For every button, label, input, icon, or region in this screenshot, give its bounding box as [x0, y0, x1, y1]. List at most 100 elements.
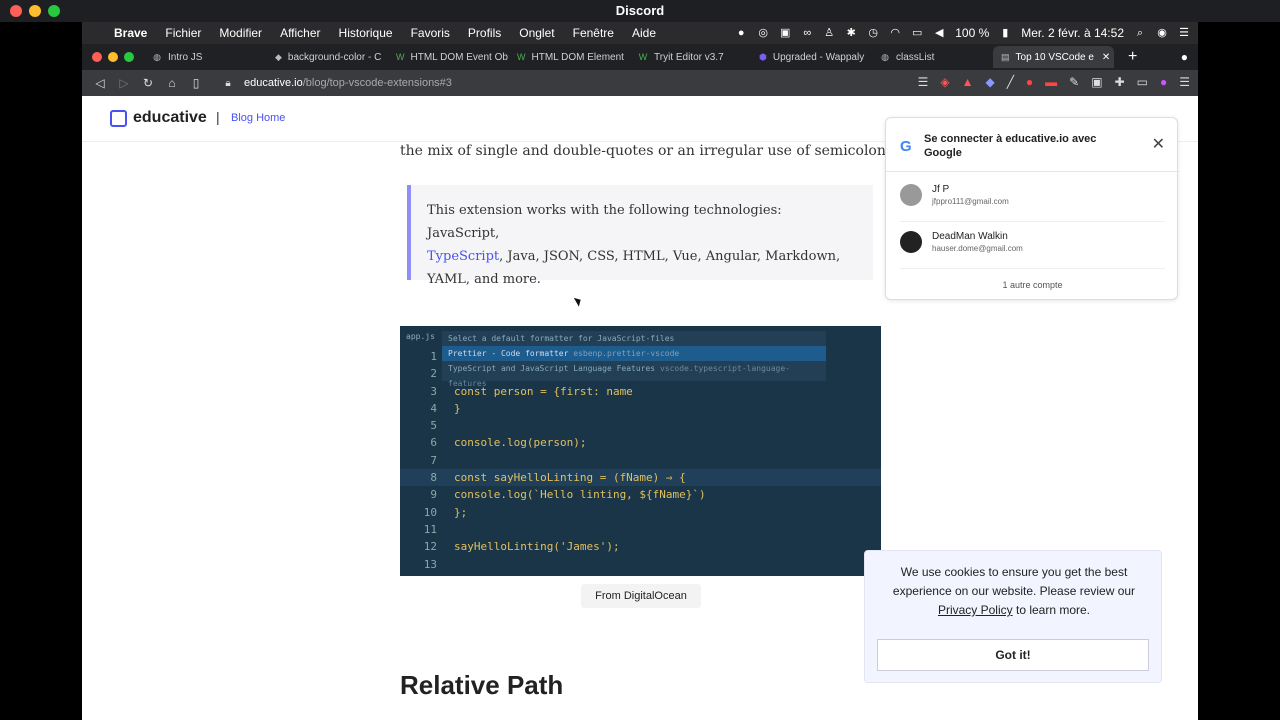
- tab-top-10-vscode[interactable]: ▤ Top 10 VSCode e ✕: [993, 46, 1114, 68]
- reload-icon[interactable]: ↻: [136, 76, 160, 90]
- more-accounts-link[interactable]: 1 autre compte: [886, 280, 1179, 290]
- close-tab-icon[interactable]: ✕: [1102, 52, 1110, 63]
- control-center-icon[interactable]: ☰: [1178, 27, 1190, 39]
- page-icon: ▤: [1001, 52, 1010, 62]
- screen-icon[interactable]: ▣: [779, 27, 791, 39]
- menu-fichier[interactable]: Fichier: [156, 26, 210, 40]
- siri-icon[interactable]: ◉: [1156, 27, 1168, 39]
- account-item[interactable]: DeadMan Walkin hauser.dome@gmail.com: [900, 223, 1165, 269]
- browser-menu-icon[interactable]: ☰: [1179, 75, 1190, 89]
- eye-icon[interactable]: ◎: [757, 27, 769, 39]
- brave-shields-icon[interactable]: ◈: [940, 75, 949, 89]
- display-icon[interactable]: ▭: [911, 27, 923, 39]
- menu-brave[interactable]: Brave: [105, 26, 156, 40]
- extension-icon-5[interactable]: ▣: [1091, 75, 1102, 89]
- w3-icon: W: [396, 52, 405, 62]
- bookmark-icon[interactable]: ▯: [184, 76, 208, 90]
- zoom-window-button[interactable]: [48, 5, 60, 17]
- picker-placeholder: Select a default formatter for JavaScrip…: [448, 334, 675, 343]
- menu-afficher[interactable]: Afficher: [271, 26, 329, 40]
- reader-icon[interactable]: ☰: [918, 75, 929, 89]
- tab-search-icon[interactable]: ●: [1181, 50, 1188, 64]
- close-window-button[interactable]: [10, 5, 22, 17]
- privacy-policy-link[interactable]: Privacy Policy: [938, 603, 1013, 617]
- menubar-datetime[interactable]: Mer. 2 févr. à 14:52: [1021, 26, 1124, 40]
- code-text: };: [454, 505, 468, 519]
- wifi-icon[interactable]: ◠: [889, 27, 901, 39]
- picker-option: TypeScript and JavaScript Language Featu…: [448, 364, 790, 388]
- site-logo[interactable]: educative: [133, 109, 207, 127]
- tab-tryit-editor[interactable]: W Tryit Editor v3.7: [630, 46, 751, 68]
- blog-home-link[interactable]: Blog Home: [231, 112, 285, 124]
- puzzle-icon[interactable]: ✚: [1115, 75, 1125, 89]
- code-text: }: [454, 401, 461, 415]
- browser-toolbar: ◁ ▷ ↻ ⌂ ▯ 🔒︎ educative.io/blog/top-vscod…: [82, 70, 1198, 96]
- browser-close-button[interactable]: [92, 52, 102, 62]
- volume-icon[interactable]: ◀: [933, 27, 945, 39]
- menu-profils[interactable]: Profils: [459, 26, 510, 40]
- divider: [886, 171, 1179, 172]
- brave-rewards-icon[interactable]: ▲: [962, 75, 974, 89]
- browser-zoom-button[interactable]: [124, 52, 134, 62]
- record-icon[interactable]: ●: [735, 27, 747, 39]
- back-icon[interactable]: ◁: [88, 76, 112, 90]
- typescript-link[interactable]: TypeScript: [427, 249, 499, 264]
- globe-icon: ◍: [153, 52, 161, 62]
- tab-intro-js[interactable]: ◍ Intro JS: [144, 46, 267, 68]
- glasses-icon[interactable]: ∞: [801, 27, 813, 39]
- extension-icon-3[interactable]: ●: [1026, 75, 1033, 89]
- wallet-icon[interactable]: ▭: [1137, 75, 1148, 89]
- lamp-icon[interactable]: ♙: [823, 27, 835, 39]
- browser-minimize-button[interactable]: [108, 52, 118, 62]
- cookie-message: We use cookies to ensure you get the bes…: [892, 565, 1136, 617]
- line-number: 12: [423, 540, 437, 554]
- hex-icon: ⬢: [759, 52, 767, 62]
- tab-background-color[interactable]: ◆ background-color - C: [267, 46, 388, 68]
- w3-icon: W: [638, 52, 648, 62]
- blockquote: This extension works with the following …: [407, 185, 873, 287]
- image-caption: From DigitalOcean: [581, 584, 701, 608]
- menu-onglet[interactable]: Onglet: [510, 26, 563, 40]
- menu-fenetre[interactable]: Fenêtre: [564, 26, 623, 40]
- tab-html-dom-event[interactable]: W HTML DOM Event Ob: [388, 46, 509, 68]
- line-number: 4: [430, 401, 437, 415]
- educative-logo-icon[interactable]: [110, 110, 127, 127]
- pen-icon[interactable]: ✎: [1069, 75, 1079, 89]
- line-number: 11: [423, 522, 437, 536]
- spotlight-search-icon[interactable]: ⌕: [1134, 27, 1146, 39]
- address-bar[interactable]: educative.io/blog/top-vscode-extensions#…: [244, 77, 452, 89]
- article-paragraph: the mix of single and double-quotes or a…: [400, 143, 898, 159]
- tab-wappaly[interactable]: ⬢ Upgraded - Wappaly: [751, 46, 872, 68]
- lock-icon[interactable]: 🔒︎: [216, 78, 240, 89]
- avatar: [900, 184, 922, 206]
- cookie-banner: We use cookies to ensure you get the bes…: [864, 550, 1162, 683]
- screen-share-frame: Brave Fichier Modifier Afficher Historiq…: [82, 22, 1198, 720]
- code-line: 10};: [400, 504, 881, 521]
- menu-modifier[interactable]: Modifier: [210, 26, 271, 40]
- tab-classlist[interactable]: ◍ classList: [872, 46, 993, 68]
- macos-menubar: Brave Fichier Modifier Afficher Historiq…: [82, 22, 1198, 44]
- profile-avatar-icon[interactable]: ●: [1160, 75, 1167, 89]
- page-icon: ◆: [275, 52, 282, 62]
- menu-favoris[interactable]: Favoris: [402, 26, 459, 40]
- extension-icon-2[interactable]: ╱: [1007, 75, 1014, 89]
- tab-html-dom-element[interactable]: W HTML DOM Element: [509, 46, 630, 68]
- bluetooth-icon[interactable]: ✱: [845, 27, 857, 39]
- extension-icon-1[interactable]: ◆: [985, 75, 994, 89]
- account-item[interactable]: Jf P jfppro111@gmail.com: [900, 176, 1165, 222]
- new-tab-icon[interactable]: +: [1128, 48, 1137, 66]
- cookie-accept-button[interactable]: Got it!: [877, 639, 1149, 671]
- line-number: 10: [423, 505, 437, 519]
- battery-icon[interactable]: ▮: [999, 27, 1011, 39]
- menu-historique[interactable]: Historique: [330, 26, 402, 40]
- forward-icon[interactable]: ▷: [112, 76, 136, 90]
- close-icon[interactable]: ✕: [1152, 134, 1165, 154]
- clock-icon[interactable]: ◷: [867, 27, 879, 39]
- avatar: [900, 231, 922, 253]
- home-icon[interactable]: ⌂: [160, 76, 184, 90]
- line-number: 3: [430, 384, 437, 398]
- minimize-window-button[interactable]: [29, 5, 41, 17]
- menu-aide[interactable]: Aide: [623, 26, 665, 40]
- extension-icon-4[interactable]: ▬: [1045, 75, 1057, 89]
- line-number: 1: [430, 350, 437, 363]
